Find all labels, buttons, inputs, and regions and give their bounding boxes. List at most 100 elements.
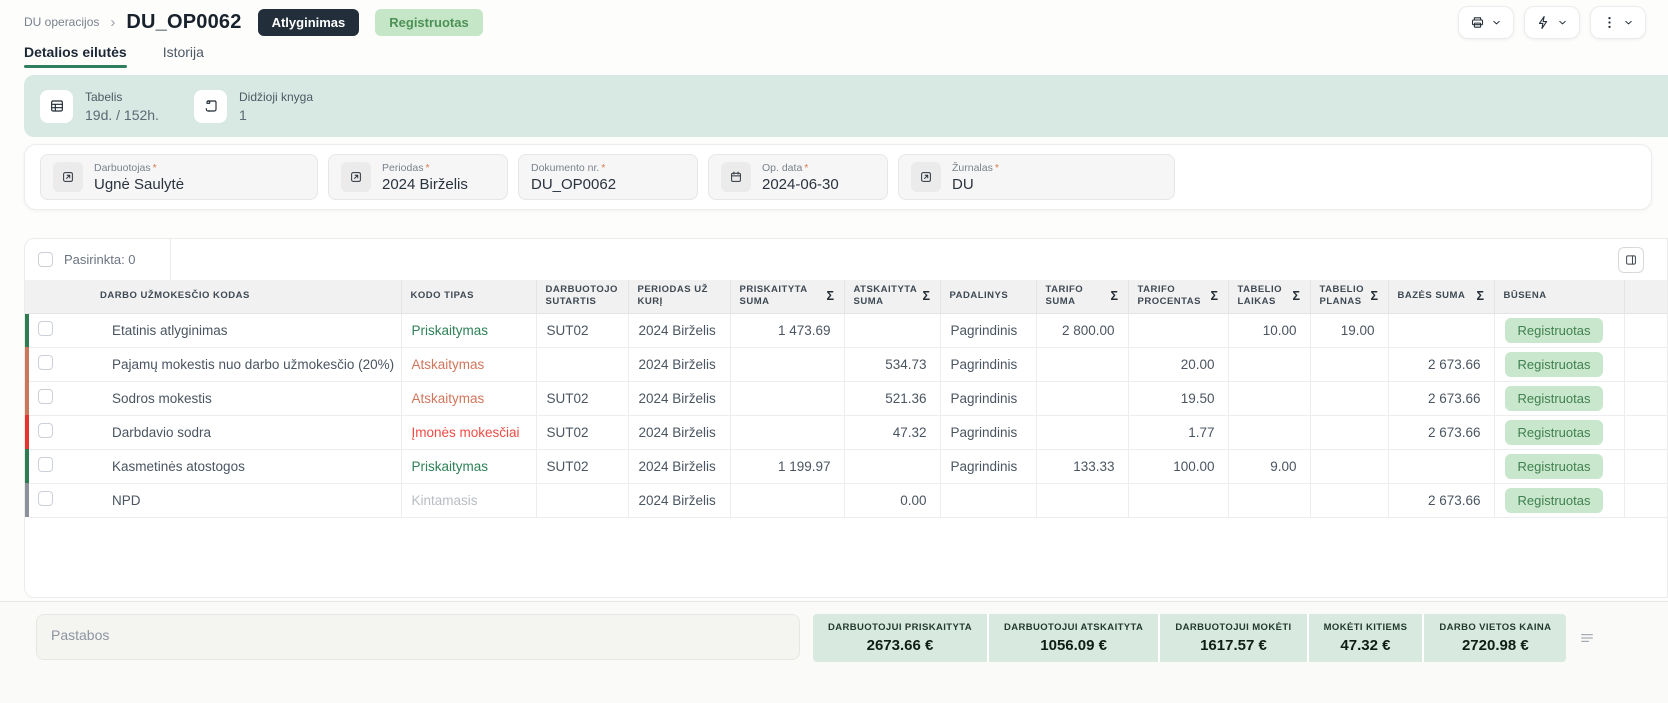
- table-row[interactable]: NPD Kintamasis 2024 Birželis 0.00 2 673.66 R…: [25, 483, 1667, 518]
- field-label: Darbuotojas *: [94, 161, 157, 174]
- table-toolbar: Pasirinkta: 0: [25, 239, 1667, 280]
- column-header-kodo-tipas[interactable]: KODO TIPAS: [401, 280, 537, 314]
- cell: [1228, 381, 1311, 416]
- summary-darbuotojui-priskaityta: DARBUOTOJUI PRISKAITYTA 2673.66 €: [813, 614, 987, 662]
- notes-input[interactable]: [36, 614, 800, 660]
- cell: NPD: [91, 483, 402, 518]
- required-asterisk: *: [994, 161, 999, 174]
- column-header-atskaityta-suma[interactable]: ATSKAITYTA SUMA Σ: [844, 280, 941, 314]
- info-card-didzioji-knyga[interactable]: Didžioji knyga 1: [194, 89, 322, 123]
- cell: [1310, 483, 1389, 518]
- row-checkbox[interactable]: [38, 321, 53, 336]
- cell: [1310, 381, 1389, 416]
- external-link-icon[interactable]: [911, 162, 941, 192]
- field-periodas[interactable]: Periodas * 2024 Birželis: [328, 154, 508, 200]
- breadcrumb-parent-link[interactable]: DU operacijos: [24, 15, 99, 29]
- column-header-tabelio-planas[interactable]: TABELIO PLANAS Σ: [1310, 280, 1389, 314]
- summary-label: DARBUOTOJUI MOKĖTI: [1175, 622, 1292, 633]
- column-header-tarifo-suma[interactable]: TARIFO SUMA Σ: [1036, 280, 1129, 314]
- column-header-darbuotojo-sutartis[interactable]: DARBUOTOJO SUTARTIS: [536, 280, 629, 314]
- column-header-priskaityta-suma[interactable]: PRISKAITYTA SUMA Σ: [730, 280, 845, 314]
- field-op-data[interactable]: Op. data * 2024-06-30: [708, 154, 888, 200]
- cell-status: Registruotas: [1494, 347, 1625, 382]
- field-value: 2024 Birželis: [382, 175, 468, 193]
- info-card-text: Didžioji knyga 1: [239, 90, 313, 123]
- row-checkbox[interactable]: [38, 491, 53, 506]
- printer-button[interactable]: [1458, 5, 1514, 39]
- lightning-button[interactable]: [1524, 5, 1580, 39]
- cell: 534.73: [844, 347, 941, 382]
- tab-detalios-eilutes[interactable]: Detalios eilutės: [24, 44, 127, 68]
- cell-status: Registruotas: [1494, 449, 1625, 484]
- info-card-value: 1: [239, 106, 247, 123]
- external-link-icon[interactable]: [53, 162, 83, 192]
- cell: SUT02: [536, 381, 629, 416]
- field-dokumento-nr[interactable]: Dokumento nr. * DU_OP0062: [518, 154, 698, 200]
- menu-lines-icon[interactable]: [1578, 629, 1596, 652]
- row-status-badge: Registruotas: [1504, 385, 1604, 411]
- column-header-darbo-uzmokescio-kodas[interactable]: DARBO UŽMOKESČIO KODAS: [91, 280, 402, 314]
- required-asterisk: *: [152, 161, 157, 174]
- row-checkbox[interactable]: [38, 423, 53, 438]
- breadcrumb-chevron-icon: ›: [110, 13, 116, 31]
- row-checkbox[interactable]: [38, 457, 53, 472]
- column-header-periodas-uz-kuri[interactable]: PERIODAS UŽ KURĮ: [628, 280, 731, 314]
- table-row[interactable]: Etatinis atlyginimas Priskaitymas SUT02 202…: [25, 313, 1667, 348]
- topbar: DU operacijos › DU_OP0062 Atlyginimas Re…: [0, 0, 1668, 40]
- app-root: DU operacijos › DU_OP0062 Atlyginimas Re…: [0, 0, 1668, 703]
- cell: 1 199.97: [730, 449, 845, 484]
- row-checkbox[interactable]: [38, 355, 53, 370]
- column-settings-button[interactable]: [1618, 246, 1644, 273]
- cell: Pagrindinis: [940, 347, 1037, 382]
- summary-value: 1056.09 €: [1040, 637, 1107, 654]
- cell: [730, 347, 845, 382]
- summary-moketi-kitiems: MOKĖTI KITIEMS 47.32 €: [1306, 614, 1423, 662]
- external-link-icon[interactable]: [341, 162, 371, 192]
- table-row[interactable]: Kasmetinės atostogos Priskaitymas SUT02 202…: [25, 449, 1667, 484]
- cell: 2024 Birželis: [628, 347, 731, 382]
- cell: Pagrindinis: [940, 313, 1037, 348]
- cell: [1228, 415, 1311, 450]
- table-row[interactable]: Pajamų mokestis nuo darbo užmokesčio (20…: [25, 347, 1667, 382]
- field-zurnalas[interactable]: Žurnalas * DU: [898, 154, 1175, 200]
- field-value: DU_OP0062: [531, 175, 617, 193]
- column-header-tarifo-procentas[interactable]: TARIFO PROCENTAS Σ: [1128, 280, 1229, 314]
- breadcrumb: DU operacijos › DU_OP0062 Atlyginimas Re…: [24, 8, 499, 36]
- field-text: Dokumento nr. * DU_OP0062: [531, 162, 616, 193]
- kebab-icon: [1602, 15, 1617, 30]
- chevron-down-icon: [1623, 17, 1634, 28]
- cell: 2024 Birželis: [628, 483, 731, 518]
- field-darbuotojas[interactable]: Darbuotojas * Ugnė Saulytė: [40, 154, 318, 200]
- cell: 1.77: [1128, 415, 1229, 450]
- cell: [1388, 313, 1495, 348]
- row-checkbox[interactable]: [38, 389, 53, 404]
- tab-istorija[interactable]: Istorija: [163, 44, 204, 68]
- summary-panel: DARBUOTOJUI PRISKAITYTA 2673.66 € DARBUO…: [813, 614, 1567, 662]
- cell: [1310, 449, 1389, 484]
- cell: 47.32: [844, 415, 941, 450]
- cell: [1388, 449, 1495, 484]
- cell: [1228, 347, 1311, 382]
- kebab-button[interactable]: [1590, 5, 1646, 39]
- table-row[interactable]: Sodros mokestis Atskaitymas SUT02 2024 Birž…: [25, 381, 1667, 416]
- column-header-tabelio-laikas[interactable]: TABELIO LAIKAS Σ: [1228, 280, 1311, 314]
- column-header-padalinys[interactable]: PADALINYS: [940, 280, 1037, 314]
- info-card-tabelis[interactable]: Tabelis 19d. / 152h.: [40, 89, 168, 123]
- cell: [730, 381, 845, 416]
- table-row[interactable]: Darbdavio sodra Įmonės mokesčiai SUT02 2024…: [25, 415, 1667, 450]
- column-header-bazes-suma[interactable]: BAZĖS SUMA Σ: [1388, 280, 1495, 314]
- select-all-checkbox[interactable]: [38, 252, 53, 267]
- document-form-card: Darbuotojas * Ugnė Saulytė Periodas * 2024…: [24, 144, 1652, 210]
- cell: SUT02: [536, 313, 629, 348]
- row-status-badge: Registruotas: [1504, 351, 1604, 377]
- row-status-badge: Registruotas: [1504, 453, 1604, 479]
- column-header-busena[interactable]: BŪSENA: [1494, 280, 1625, 314]
- info-banner: Tabelis 19d. / 152h. Didžioji knyga 1: [24, 75, 1668, 137]
- calendar-icon[interactable]: [721, 162, 751, 192]
- required-asterisk: *: [804, 161, 809, 174]
- form-fields: Darbuotojas * Ugnė Saulytė Periodas * 2024…: [40, 154, 1636, 200]
- field-label: Žurnalas *: [952, 161, 999, 174]
- cell: Pagrindinis: [940, 381, 1037, 416]
- cell: 2024 Birželis: [628, 381, 731, 416]
- cell: 2024 Birželis: [628, 449, 731, 484]
